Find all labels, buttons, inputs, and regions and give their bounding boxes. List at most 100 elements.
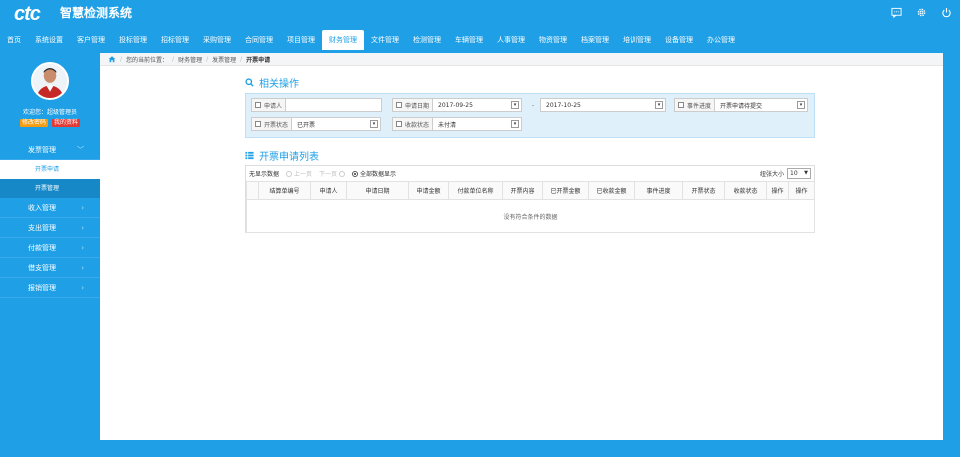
- applicant-input[interactable]: [285, 98, 383, 112]
- table-header-row: 结算单编号 申请人 申请日期 申请金额 付款单位名称 开票内容 已开票金额 已收…: [246, 181, 815, 200]
- chevron-right-icon: ›: [81, 244, 84, 252]
- chevron-right-icon: ›: [81, 264, 84, 272]
- breadcrumb-finance[interactable]: 财务管理: [178, 55, 202, 64]
- col-apply-amount[interactable]: 申请金额: [408, 181, 449, 200]
- list-icon: [245, 151, 254, 160]
- applicant-checkbox[interactable]: [255, 102, 261, 108]
- col-invoice-status[interactable]: 开票状态: [682, 181, 725, 200]
- sidebar-group-label: 收入管理: [28, 204, 56, 212]
- nav-contracts[interactable]: 合同管理: [238, 30, 280, 50]
- chevron-down-icon: ▾: [655, 101, 663, 109]
- chevron-down-icon: ▾: [370, 120, 379, 128]
- chevron-down-icon: ﹀: [77, 146, 84, 154]
- caret-down-icon: ▼: [804, 170, 808, 176]
- nav-projects[interactable]: 项目管理: [280, 30, 322, 50]
- sidebar-group-expense[interactable]: 支出管理 ›: [0, 218, 100, 238]
- search-panel: 申请人 申请日期 2017-09-25 ▾ - 2017-10-25 ▾ 事件进度 …: [245, 93, 815, 138]
- receipt-status-select[interactable]: 未付清 ▾: [432, 117, 523, 131]
- applicant-filter: 申请人: [251, 98, 383, 112]
- col-action-2: 操作: [788, 181, 815, 200]
- avatar[interactable]: [31, 62, 69, 100]
- nav-vehicles[interactable]: 车辆管理: [448, 30, 490, 50]
- nav-purchasing[interactable]: 采购管理: [196, 30, 238, 50]
- sidebar-group-loan[interactable]: 借支管理 ›: [0, 258, 100, 278]
- col-settlement-no[interactable]: 结算单编号: [258, 181, 311, 200]
- home-icon[interactable]: [108, 55, 116, 63]
- sidebar-group-label: 报销管理: [28, 284, 56, 292]
- sidebar-group-label: 支出管理: [28, 224, 56, 232]
- invoice-status-select[interactable]: 已开票 ▾: [291, 117, 382, 131]
- sidebar-item-invoice-manage[interactable]: 开票管理: [0, 179, 100, 198]
- gear-icon[interactable]: [916, 7, 927, 18]
- nav-archives[interactable]: 档案管理: [574, 30, 616, 50]
- col-action-1: 操作: [766, 181, 789, 200]
- user-profile: 欢迎您：超级管理员 修改密码 我的资料: [0, 53, 100, 140]
- col-invoiced-amount[interactable]: 已开票金额: [542, 181, 589, 200]
- welcome-text: 欢迎您：超级管理员: [22, 109, 77, 116]
- prev-icon: [286, 170, 293, 177]
- nav-system-settings[interactable]: 系统设置: [28, 30, 70, 50]
- nav-materials[interactable]: 物资管理: [532, 30, 574, 50]
- no-data-label: 无显示数据: [249, 171, 280, 178]
- breadcrumb-prefix: 您的当前位置：: [126, 56, 169, 64]
- nav-tendering[interactable]: 招标管理: [154, 30, 196, 50]
- sidebar-group-label: 借支管理: [28, 264, 56, 272]
- nav-training[interactable]: 培训管理: [616, 30, 658, 50]
- col-receipt-status[interactable]: 收款状态: [724, 181, 767, 200]
- sidebar-group-invoice[interactable]: 发票管理 ﹀: [0, 140, 100, 160]
- table-toolbar: 无显示数据 上一页 下一页 全部数据显示 纽张大小 10 ▼: [246, 166, 814, 181]
- nav-customers[interactable]: 客户管理: [70, 30, 112, 50]
- col-applicant[interactable]: 申请人: [310, 181, 347, 200]
- next-page-button[interactable]: 下一页: [319, 169, 346, 178]
- sidebar-item-invoice-apply[interactable]: 开票申请: [0, 160, 100, 179]
- nav-testing[interactable]: 检测管理: [406, 30, 448, 50]
- breadcrumb-invoice[interactable]: 发票管理: [212, 55, 236, 64]
- nav-hr[interactable]: 人事管理: [490, 30, 532, 50]
- change-password-button[interactable]: 修改密码: [19, 119, 48, 127]
- app-title: 智慧检测系统: [60, 6, 133, 20]
- nav-office[interactable]: 办公管理: [700, 30, 742, 50]
- table-row: 没有符合条件的数据: [246, 199, 815, 233]
- col-payer-name[interactable]: 付款单位名称: [448, 181, 503, 200]
- chevron-right-icon: ›: [81, 284, 84, 292]
- col-progress[interactable]: 事件进度: [634, 181, 683, 200]
- chevron-right-icon: ›: [81, 224, 84, 232]
- nav-files[interactable]: 文件管理: [364, 30, 406, 50]
- receipt-status-checkbox[interactable]: [396, 121, 402, 127]
- col-select: [246, 181, 259, 200]
- next-icon: [339, 170, 346, 177]
- progress-filter: 事件进度 开票申请待提交 ▾: [674, 98, 809, 112]
- progress-select[interactable]: 开票申请待提交 ▾: [714, 98, 809, 112]
- chevron-down-icon: ▾: [511, 101, 520, 109]
- receipt-status-filter: 收款状态 未付清 ▾: [392, 117, 523, 131]
- sidebar-group-payment[interactable]: 付款管理 ›: [0, 238, 100, 258]
- nav-finance[interactable]: 财务管理: [322, 30, 364, 50]
- col-received-amount[interactable]: 已收款金额: [588, 181, 635, 200]
- date-from-select[interactable]: 2017-09-25 ▾: [432, 98, 523, 112]
- col-apply-date[interactable]: 申请日期: [346, 181, 409, 200]
- main-content: / 您的当前位置： / 财务管理 / 发票管理 / 开票申请 相关操作 申请人 …: [100, 53, 943, 440]
- message-icon[interactable]: [891, 7, 902, 18]
- progress-checkbox[interactable]: [678, 102, 684, 108]
- sidebar-group-reimburse[interactable]: 报销管理 ›: [0, 278, 100, 298]
- date-range-dash: -: [532, 102, 535, 109]
- invoice-status-checkbox[interactable]: [255, 121, 261, 127]
- date-checkbox[interactable]: [396, 102, 402, 108]
- sidebar-group-income[interactable]: 收入管理 ›: [0, 198, 100, 218]
- nav-home[interactable]: 首页: [0, 30, 28, 50]
- nav-equipment[interactable]: 设备管理: [658, 30, 700, 50]
- search-section-title: 相关操作: [245, 75, 299, 90]
- app-header: ctc 智慧检测系统: [0, 0, 960, 28]
- col-invoice-content[interactable]: 开票内容: [502, 181, 543, 200]
- list-section-title: 开票申请列表: [245, 148, 319, 163]
- invoice-status-filter: 开票状态 已开票 ▾: [251, 117, 382, 131]
- my-profile-button[interactable]: 我的资料: [52, 119, 81, 127]
- page-size-select[interactable]: 10 ▼: [787, 168, 811, 179]
- nav-bidding[interactable]: 投标管理: [112, 30, 154, 50]
- show-all-toggle[interactable]: 全部数据显示: [352, 169, 396, 178]
- sidebar-group-label: 发票管理: [28, 146, 56, 154]
- power-icon[interactable]: [941, 7, 952, 18]
- date-to-select[interactable]: 2017-10-25 ▾: [540, 98, 666, 112]
- data-table: 结算单编号 申请人 申请日期 申请金额 付款单位名称 开票内容 已开票金额 已收…: [246, 181, 815, 233]
- prev-page-button[interactable]: 上一页: [286, 169, 312, 178]
